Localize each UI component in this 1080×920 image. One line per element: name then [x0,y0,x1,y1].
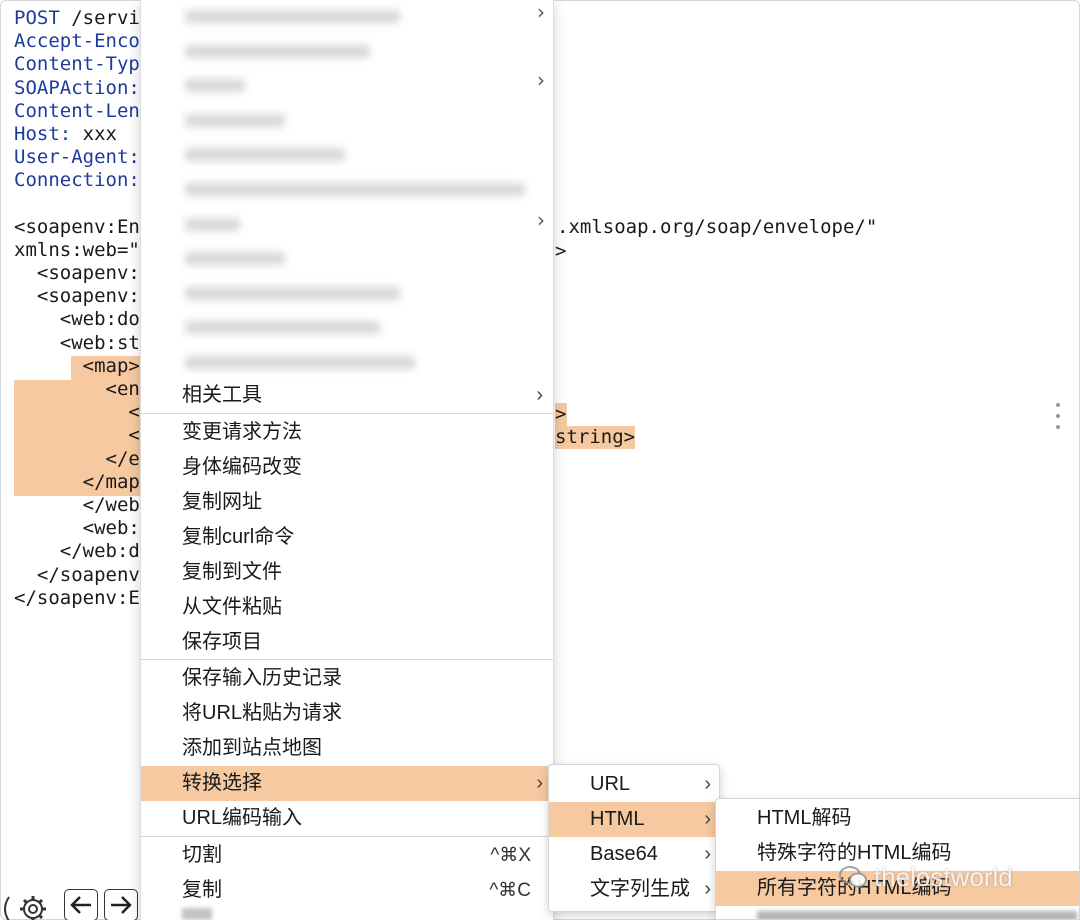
watermark: thelostworld [838,860,1048,894]
menu-item-label: 切割 [182,844,222,866]
html-submenu: HTML解码 特殊字符的HTML编码 所有字符的HTML编码 [715,798,1080,920]
shortcut-label: ^⌘X [490,845,531,866]
chevron-right-icon: › [536,384,543,406]
code-text: </map> [14,470,152,493]
menu-item-label: 添加到站点地图 [182,737,322,759]
code-text: <soapenv:En [14,215,140,238]
menu-item-label: 从文件粘贴 [182,596,282,618]
code-text: <web:do [14,308,140,331]
menu-item-label: 复制 [182,879,222,901]
menu-item-save-item[interactable]: 保存项目 [141,625,553,660]
menu-item-label: 复制curl命令 [182,526,295,548]
submenu-item-label: HTML [590,808,645,830]
menu-item-change-body-encoding[interactable]: 身体编码改变 [141,450,553,485]
menu-item-paste-from-file[interactable]: 从文件粘贴 [141,590,553,625]
menu-item-paste-url[interactable]: 将URL粘贴为请求 [141,696,553,731]
chevron-right-icon: › [704,878,711,900]
back-button[interactable] [64,889,98,920]
code-text: <soapenv: [14,262,140,285]
header-key: Host: [14,122,72,145]
watermark-text: thelostworld [874,861,1013,892]
submenu-item-partial [757,911,1077,919]
menu-item-save-history[interactable]: 保存输入历史记录 [141,661,553,696]
code-fragment-envelope: .xmlsoap.org/soap/envelope/" [557,216,878,238]
menu-item-cut[interactable]: 切割 ^⌘X [141,838,553,873]
header-key: Accept-Enco [14,30,140,53]
menu-item-label: 复制网址 [182,491,262,513]
menu-item-copy-curl[interactable]: 复制curl命令 [141,520,553,555]
chevron-right-icon: › [536,772,543,794]
code-fragment-gt-hl: > [555,403,567,426]
convert-submenu: URL › HTML › Base64 › 文字列生成 › [548,764,720,912]
submenu-item-html-decode[interactable]: HTML解码 [716,801,1079,836]
code-fragment-string: string> [555,426,636,449]
shortcut-label: ^⌘C [489,880,531,901]
menu-item-convert-selection[interactable]: 转换选择 › [141,766,553,801]
menu-item-label: 转换选择 [182,772,262,794]
code-fragment-gt: > [555,240,567,262]
header-key: User-Agent: [14,146,140,169]
menu-item-label: 保存项目 [182,631,262,653]
menu-item-label: URL编码输入 [182,807,303,829]
code-text: </soapenv:E [14,586,140,609]
menu-item-url-encode-input[interactable]: URL编码输入 [141,801,553,836]
submenu-item-html[interactable]: HTML › [549,802,719,837]
arrow-left-icon [70,896,91,914]
header-key: Content-Typ [14,53,140,76]
blurred-menu-items [141,0,553,380]
forward-button[interactable] [104,889,138,920]
code-text: </web: [14,493,152,516]
chevron-right-icon: › [704,773,711,795]
submenu-item-label: HTML解码 [757,807,852,829]
kebab-icon[interactable] [1051,403,1065,429]
menu-item-copy[interactable]: 复制 ^⌘C [141,873,553,908]
chevron-right-icon: › [537,68,545,92]
wechat-icon [839,866,867,888]
header-key: POST [14,7,60,29]
menu-item-label: 变更请求方法 [182,421,302,443]
code-text: xxx [71,122,117,145]
menu-item-related-tools[interactable]: 相关工具 › [141,378,553,413]
code-text: /servi [59,7,140,29]
gear-icon[interactable] [0,887,57,920]
header-key: Content-Len [14,99,140,122]
code-text: <map> [14,354,140,377]
code-text: <soapenv: [14,285,140,308]
code-text: <web:st [14,331,140,354]
menu-item-label: 相关工具 [182,384,262,406]
chevron-right-icon: › [537,208,545,232]
submenu-item-label: URL [590,773,631,795]
menu-item-change-method[interactable]: 变更请求方法 [141,415,553,450]
menu-item-copy-to-file[interactable]: 复制到文件 [141,555,553,590]
submenu-item-string-gen[interactable]: 文字列生成 › [549,872,719,907]
menu-item-add-to-sitemap[interactable]: 添加到站点地图 [141,731,553,766]
chevron-right-icon: › [704,808,711,830]
menu-item-label: 将URL粘贴为请求 [182,702,343,724]
menu-item-label: 保存输入历史记录 [182,667,342,689]
submenu-item-url[interactable]: URL › [549,767,719,802]
submenu-item-base64[interactable]: Base64 › [549,837,719,872]
submenu-item-label: 文字列生成 [590,878,690,900]
menu-item-copy-url[interactable]: 复制网址 [141,485,553,520]
context-menu: › › › 相关工具 › 变更请求方法 身体编码改变 复制网址 复制curl命令… [140,0,554,920]
code-text: xmlns:web=" [14,238,140,261]
chevron-right-icon: › [537,0,545,24]
header-key: SOAPAction: [14,76,140,99]
code-text: </soapenv [14,563,140,586]
arrow-right-icon [111,896,132,914]
code-text: <web:s [14,517,152,540]
menu-item-partial [182,908,212,920]
chevron-right-icon: › [704,843,711,865]
code-text: </web:d [14,540,140,563]
header-key: Connection: [14,169,140,192]
menu-item-label: 复制到文件 [182,561,282,583]
submenu-item-label: Base64 [590,843,658,865]
menu-item-label: 身体编码改变 [182,456,302,478]
